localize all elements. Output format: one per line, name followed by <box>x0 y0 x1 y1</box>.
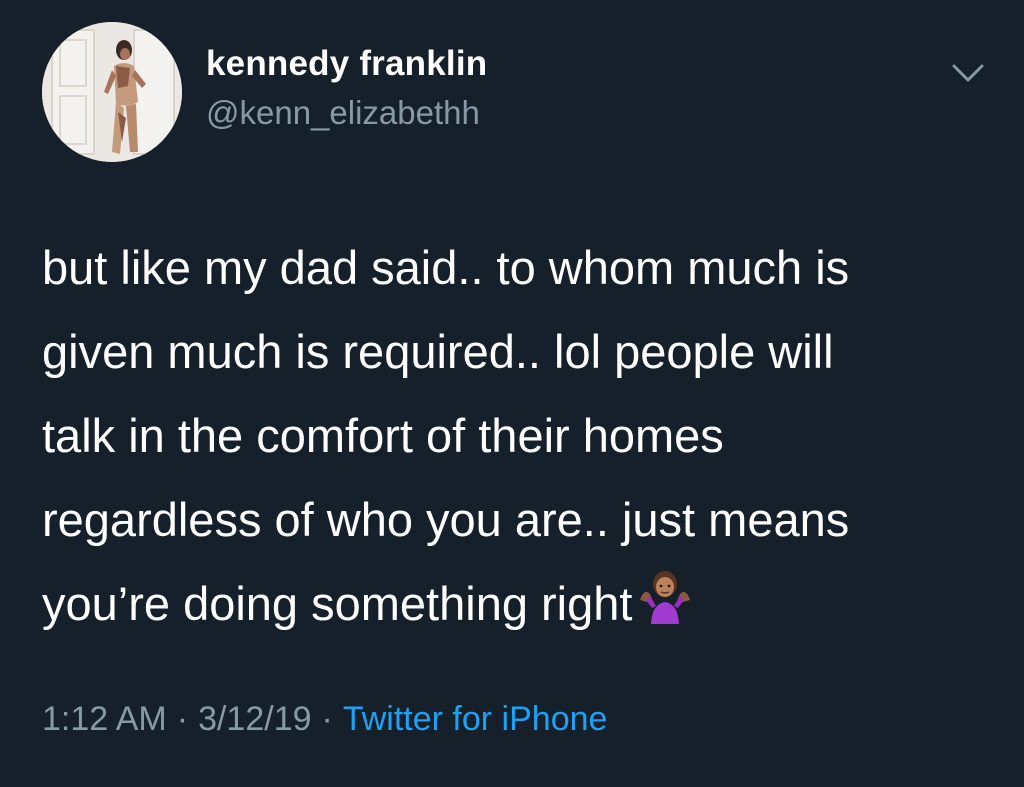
separator: · <box>176 700 189 738</box>
tweet-date[interactable]: 3/12/19 <box>198 700 311 738</box>
tweet-card: kennedy franklin @kenn_elizabethh but li… <box>0 0 1024 787</box>
tweet-metadata: 1:12 AM · 3/12/19 · Twitter for iPhone <box>42 700 607 739</box>
tweet-source-link[interactable]: Twitter for iPhone <box>343 700 608 738</box>
person-shrugging-emoji <box>634 566 696 624</box>
tweet-text: but like my dad said.. to whom much is g… <box>42 241 850 630</box>
author-handle[interactable]: @kenn_elizabethh <box>206 94 480 132</box>
chevron-down-icon[interactable] <box>948 58 988 88</box>
avatar[interactable] <box>42 22 182 162</box>
separator: · <box>321 700 333 738</box>
author-display-name[interactable]: kennedy franklin <box>206 44 487 84</box>
tweet-body: but like my dad said.. to whom much is g… <box>42 226 992 646</box>
avatar-photo <box>42 22 182 162</box>
tweet-time[interactable]: 1:12 AM <box>42 700 167 738</box>
